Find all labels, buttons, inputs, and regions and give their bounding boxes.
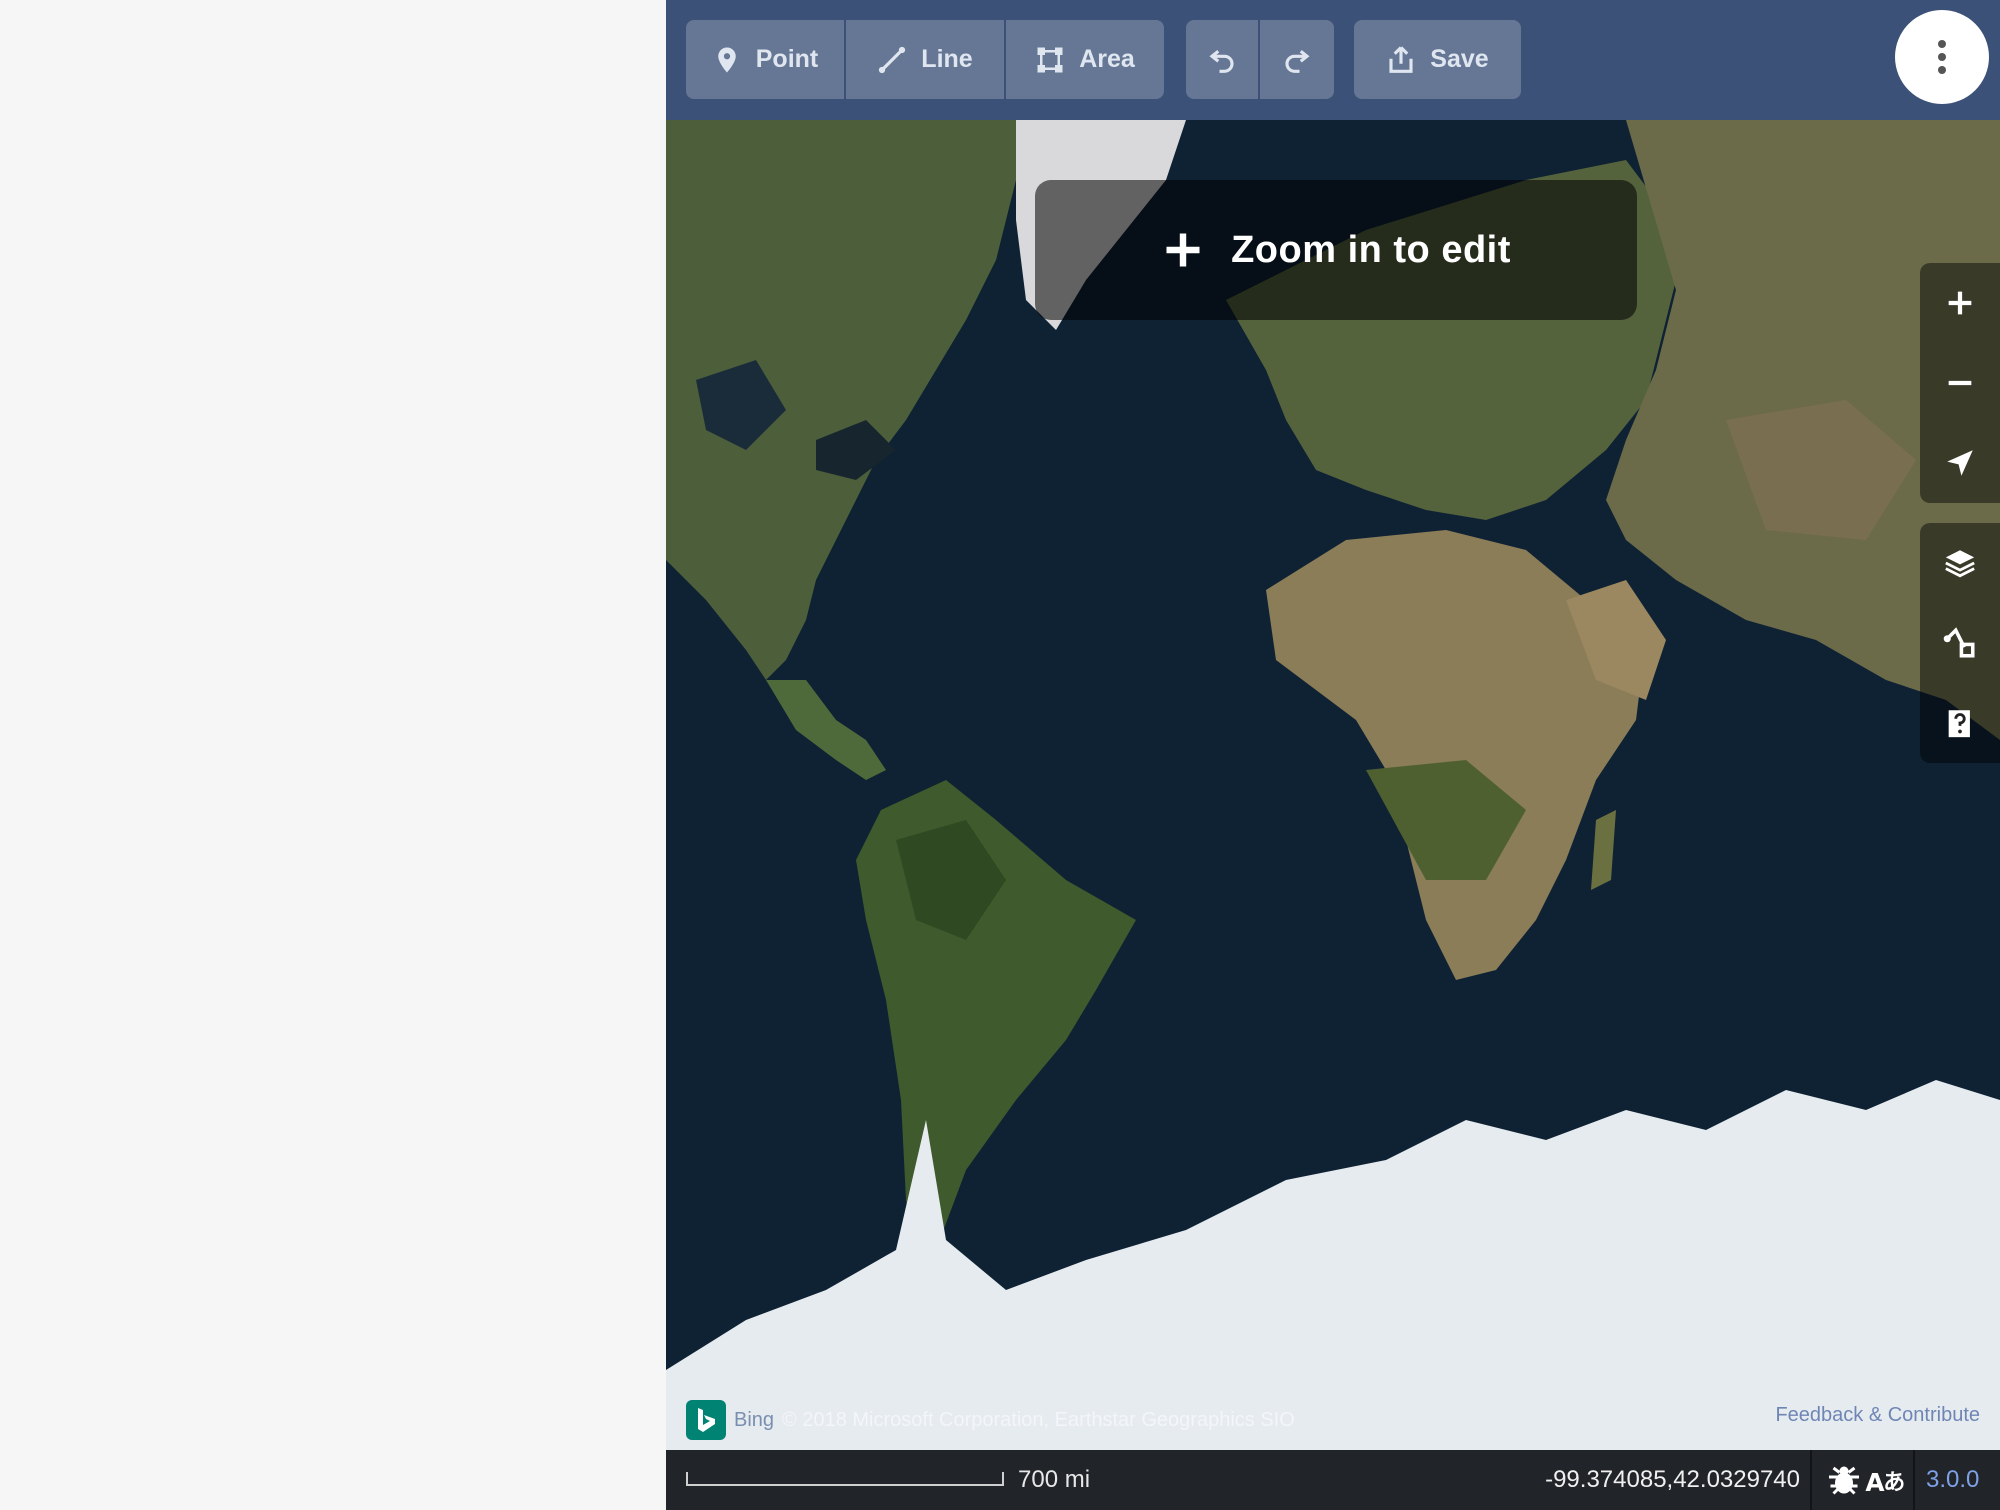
zoom-to-edit-notice[interactable]: Zoom in to edit: [1035, 180, 1637, 320]
add-area-button[interactable]: Area: [1006, 20, 1164, 99]
zoom-out-button[interactable]: [1920, 343, 2000, 423]
layers-icon: [1945, 550, 1975, 578]
bing-icon: [698, 1408, 715, 1432]
redo-button[interactable]: [1260, 20, 1334, 99]
point-icon: [718, 47, 736, 72]
geolocate-button[interactable]: [1920, 423, 2000, 503]
provider-name: Bing: [734, 1408, 775, 1431]
version-link[interactable]: 3.0.0: [1926, 1466, 1979, 1494]
bing-logo[interactable]: [686, 1400, 726, 1440]
geolocate-icon: [1947, 450, 1973, 476]
scale-bar[interactable]: [686, 1472, 1004, 1486]
map-controls: [1920, 263, 2000, 503]
redo-icon: [1285, 49, 1310, 73]
map-data-icon: [1943, 627, 1975, 658]
zoom-notice-label: Zoom in to edit: [1231, 228, 1511, 271]
footer-divider: [1810, 1450, 1812, 1510]
save-button[interactable]: Save: [1354, 20, 1521, 99]
add-line-button[interactable]: Line: [846, 20, 1004, 99]
add-point-button[interactable]: Point: [686, 20, 844, 99]
save-icon: [1389, 45, 1413, 73]
area-icon: [1037, 47, 1063, 72]
plus-icon: [1166, 233, 1200, 267]
point-label: Point: [755, 45, 819, 73]
map-footer: 700 mi -99.374085,42.0329740 A あ 3.0.0: [666, 1450, 2000, 1510]
background-layers-button[interactable]: [1920, 523, 2000, 603]
save-label: Save: [1430, 45, 1489, 73]
help-button[interactable]: [1920, 683, 2000, 763]
map-data-button[interactable]: [1920, 603, 2000, 683]
svg-text:あ: あ: [1883, 1471, 1905, 1496]
sidebar: [0, 0, 666, 1510]
zoom-out-icon: [1948, 380, 1972, 386]
area-label: Area: [1079, 45, 1135, 73]
scale-label: 700 mi: [1018, 1466, 1091, 1493]
footer-divider: [1913, 1450, 1915, 1510]
undo-icon: [1209, 49, 1234, 73]
language-icon[interactable]: A あ: [1864, 1462, 1908, 1498]
imagery-attribution: Bing © 2018 Microsoft Corporation, Earth…: [686, 1400, 1295, 1440]
panel-controls: [1920, 523, 2000, 763]
more-icon: [1938, 40, 1946, 74]
line-icon: [879, 46, 906, 73]
top-toolbar: Point Line Area Save: [666, 0, 2000, 120]
attribution-text: © 2018 Microsoft Corporation, Earthstar …: [782, 1408, 1295, 1431]
zoom-in-icon: [1948, 291, 1972, 315]
line-label: Line: [921, 45, 973, 73]
feedback-link[interactable]: Feedback & Contribute: [1775, 1404, 1980, 1427]
more-options-button[interactable]: [1895, 10, 1989, 104]
map-area[interactable]: Point Line Area Save Zoom in to edit Bin…: [666, 0, 2000, 1510]
undo-button[interactable]: [1186, 20, 1258, 99]
help-icon: [1948, 710, 1970, 738]
bug-icon[interactable]: [1826, 1462, 1862, 1498]
zoom-in-button[interactable]: [1920, 263, 2000, 343]
coordinates-readout: -99.374085,42.0329740: [1545, 1466, 1800, 1493]
